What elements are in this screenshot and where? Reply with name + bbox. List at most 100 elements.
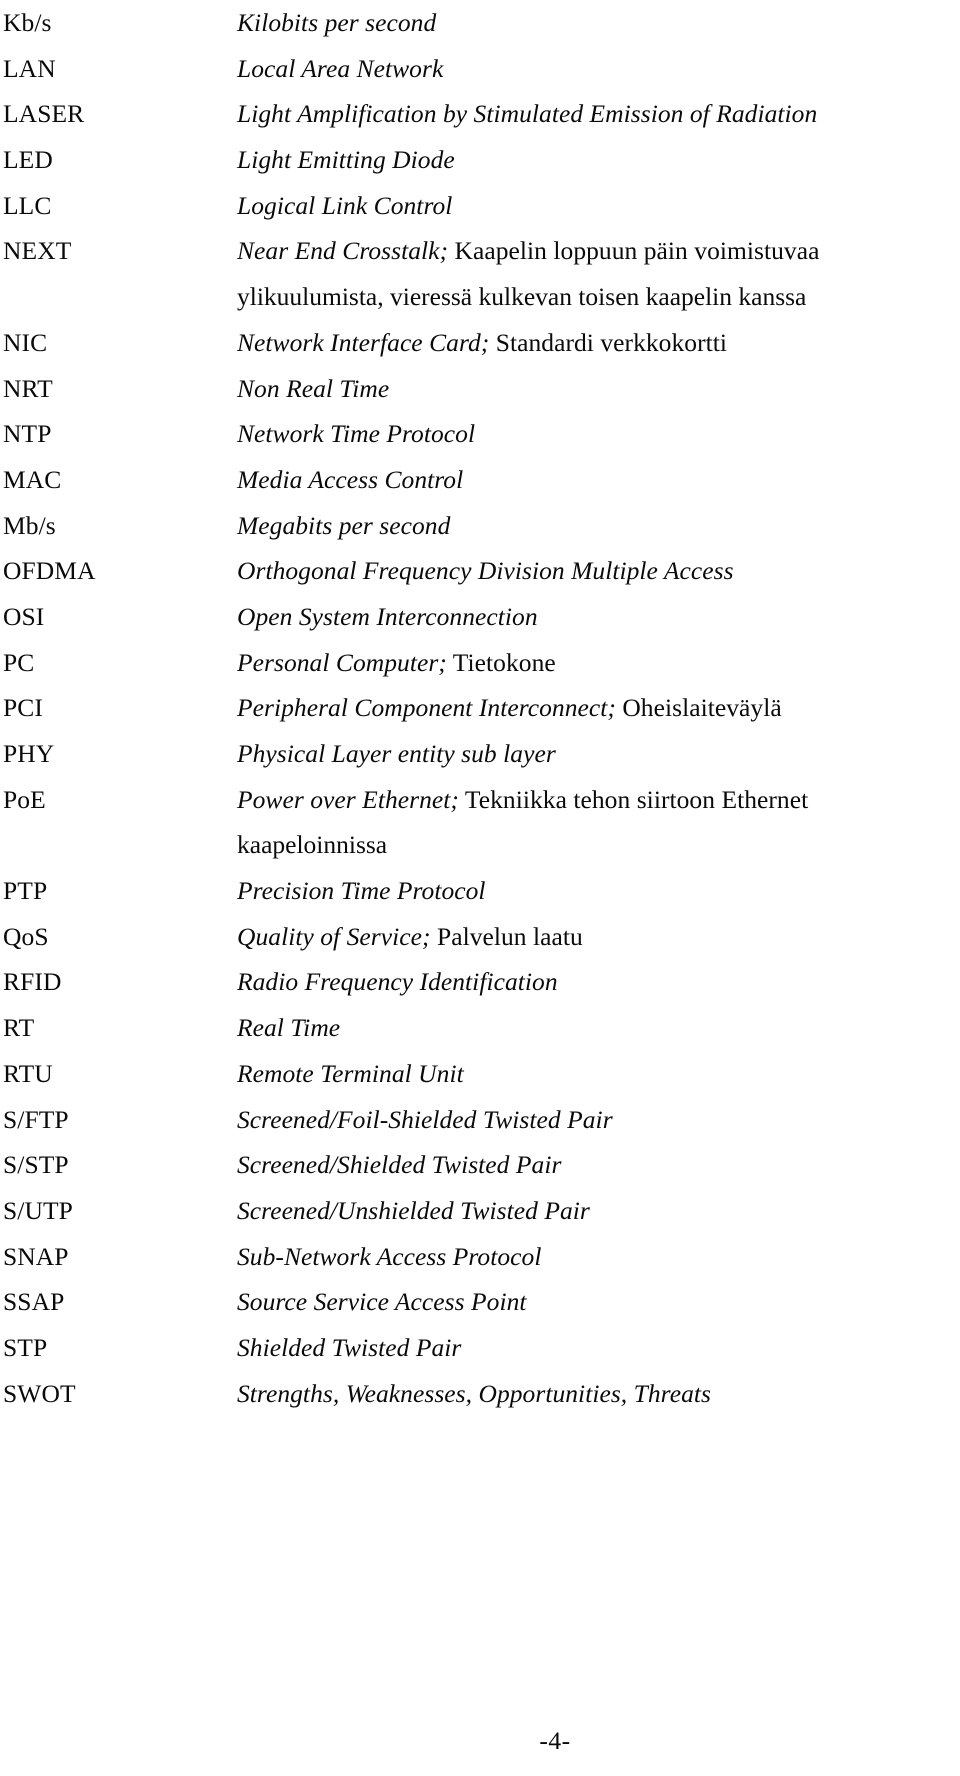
abbreviation-definition: Kilobits per second [237,0,960,46]
glossary-entry: PCI Peripheral Component Interconnect; Oh… [0,685,960,731]
glossary-entry: RTU Remote Terminal Unit [0,1051,960,1097]
definition-english: Screened/Shielded Twisted Pair [237,1150,562,1180]
definition-english: Source Service Access Point [237,1287,527,1317]
abbreviation-definition: Source Service Access Point [237,1279,960,1325]
abbreviation-term: PCI [3,693,43,723]
definition-english: Remote Terminal Unit [237,1058,464,1088]
abbreviation-term: RT [3,1013,35,1043]
abbreviation-definition: Sub-Network Access Protocol [237,1234,960,1280]
definition-english: Screened/Unshielded Twisted Pair [237,1195,590,1225]
definition-english: Personal Computer; [237,647,447,677]
abbreviation-definition: Near End Crosstalk; Kaapelin loppuun päi… [237,228,960,274]
glossary-entry: PHY Physical Layer entity sub layer [0,731,960,777]
abbreviation-definition: Shielded Twisted Pair [237,1325,960,1371]
definition-finnish: Tekniikka tehon siirtoon Ethernet [458,784,809,814]
abbreviation-glossary-list: Kb/s Kilobits per second LAN Local Area Net… [0,0,960,1416]
glossary-entry: OSI Open System Interconnection [0,594,960,640]
definition-english: Strengths, Weaknesses, Opportunities, Th… [237,1378,711,1408]
abbreviation-term: QoS [3,921,49,951]
abbreviation-definition: Light Emitting Diode [237,137,960,183]
definition-english: Open System Interconnection [237,601,538,631]
definition-finnish: Oheislaiteväylä [615,693,782,723]
abbreviation-definition: Logical Link Control [237,183,960,229]
abbreviation-term: LAN [3,53,56,83]
definition-english: Physical Layer entity sub layer [237,739,556,768]
glossary-entry: NIC Network Interface Card; Standardi ver… [0,320,960,366]
glossary-entry: S/FTP Screened/Foil-Shielded Twisted Pair [0,1097,960,1143]
definition-continuation-line: ylikuulumista, vieressä kulkevan toisen … [237,282,807,312]
glossary-entry: Mb/s Megabits per second [0,503,960,549]
definition-finnish: Standardi verkkokortti [489,327,728,357]
abbreviation-term: RFID [3,967,62,997]
abbreviation-definition: Non Real Time [237,366,960,412]
glossary-entry: Kb/s Kilobits per second [0,0,960,46]
glossary-entry: PC Personal Computer; Tietokone [0,640,960,686]
abbreviation-term: SSAP [3,1287,65,1317]
definition-english: Sub-Network Access Protocol [237,1241,542,1271]
glossary-entry: OFDMA Orthogonal Frequency Division Multi… [0,548,960,594]
definition-english: Power over Ethernet; [237,784,459,814]
glossary-entry: LASER Light Amplification by Stimulated E… [0,91,960,137]
definition-english: Network Interface Card; [237,327,490,357]
definition-english: Precision Time Protocol [237,876,486,906]
abbreviation-definition: Megabits per second [237,503,960,549]
glossary-entry: PTP Precision Time Protocol [0,868,960,914]
document-page: Kb/s Kilobits per second LAN Local Area Net… [0,0,960,1776]
abbreviation-definition: Media Access Control [237,457,960,503]
page-number: -4- [0,1726,960,1756]
abbreviation-term: NIC [3,327,48,357]
glossary-entry: PoE Power over Ethernet; Tekniikka tehon … [0,777,960,823]
abbreviation-term: OSI [3,601,45,631]
definition-english: Media Access Control [237,464,464,494]
abbreviation-term: SWOT [3,1378,76,1408]
glossary-entry: RFID Radio Frequency Identification [0,959,960,1005]
abbreviation-term: Kb/s [3,8,52,37]
definition-english: Orthogonal Frequency Division Multiple A… [237,556,734,586]
definition-english: Network Time Protocol [237,419,476,449]
definition-english: Kilobits per second [237,8,437,37]
abbreviation-term: LASER [3,99,85,129]
page-number-label: -4- [539,1726,571,1755]
glossary-entry: NEXT Near End Crosstalk; Kaapelin loppuun… [0,228,960,274]
abbreviation-term: Mb/s [3,510,56,540]
abbreviation-term: NRT [3,373,53,403]
definition-english: Megabits per second [237,510,451,540]
definition-english: Non Real Time [237,373,390,403]
definition-english: Screened/Foil-Shielded Twisted Pair [237,1104,613,1134]
glossary-entry: STP Shielded Twisted Pair [0,1325,960,1371]
abbreviation-definition: Real Time [237,1005,960,1051]
definition-finnish: Palvelun laatu [430,921,583,951]
abbreviation-term: PoE [3,784,46,814]
abbreviation-term: LLC [3,190,52,220]
definition-english: Quality of Service; [237,921,431,951]
abbreviation-term: STP [3,1332,48,1362]
definition-english: Radio Frequency Identification [237,967,558,997]
definition-english: Real Time [237,1013,341,1043]
abbreviation-definition: Screened/Unshielded Twisted Pair [237,1188,960,1234]
abbreviation-definition: Precision Time Protocol [237,868,960,914]
abbreviation-term: S/STP [3,1150,69,1180]
abbreviation-definition: Local Area Network [237,46,960,92]
abbreviation-definition: Light Amplification by Stimulated Emissi… [237,91,960,137]
definition-continuation-line: kaapeloinnissa [237,830,388,860]
glossary-entry: SNAP Sub-Network Access Protocol [0,1234,960,1280]
glossary-entry: S/STP Screened/Shielded Twisted Pair [0,1142,960,1188]
glossary-entry: SSAP Source Service Access Point [0,1279,960,1325]
abbreviation-definition: Network Interface Card; Standardi verkko… [237,320,960,366]
abbreviation-term: PTP [3,876,48,906]
definition-english: Local Area Network [237,53,444,83]
abbreviation-definition: Physical Layer entity sub layer [237,731,960,777]
glossary-entry: LAN Local Area Network [0,46,960,92]
abbreviation-definition: Personal Computer; Tietokone [237,640,960,686]
glossary-entry: S/UTP Screened/Unshielded Twisted Pair [0,1188,960,1234]
abbreviation-term: PC [3,647,35,677]
abbreviation-definition: Power over Ethernet; Tekniikka tehon sii… [237,777,960,823]
abbreviation-definition: Screened/Foil-Shielded Twisted Pair [237,1097,960,1143]
definition-english: Shielded Twisted Pair [237,1332,462,1362]
glossary-entry: LED Light Emitting Diode [0,137,960,183]
abbreviation-term: NEXT [3,236,72,266]
glossary-entry: RT Real Time [0,1005,960,1051]
definition-english: Light Emitting Diode [237,145,455,175]
abbreviation-term: OFDMA [3,556,96,586]
abbreviation-definition: Strengths, Weaknesses, Opportunities, Th… [237,1371,960,1417]
